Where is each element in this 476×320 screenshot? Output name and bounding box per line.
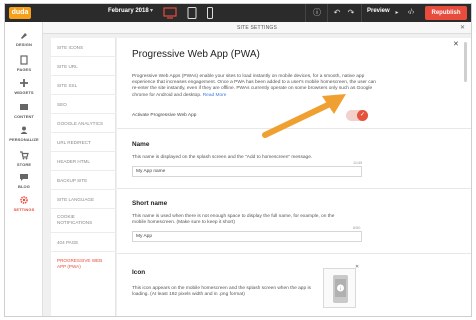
nav-label: STORE (16, 162, 32, 167)
menu-item-404-page[interactable]: 404 PAGE (51, 233, 116, 252)
menu-item-label: GOOGLE ANALYTICS (57, 121, 104, 126)
republish-button[interactable]: Republish (425, 6, 467, 20)
preview-caret-icon[interactable]: ▸ (391, 7, 403, 19)
menu-item-site-url[interactable]: SITE URL (51, 57, 116, 76)
preview-button[interactable]: Preview (367, 8, 390, 14)
menu-item-label: 404 PAGE (57, 240, 79, 245)
speech-bubble-icon (20, 174, 28, 181)
name-description: This name is displayed on the splash scr… (132, 155, 313, 160)
chevron-down-icon[interactable]: ▾ (150, 7, 153, 14)
read-more-link[interactable]: Read More (203, 93, 227, 98)
menu-item-seo[interactable]: SEO (51, 95, 116, 114)
pages-icon (20, 55, 28, 65)
activate-pwa-label: Activate Progressive Web App (132, 113, 197, 118)
gear-icon (20, 196, 28, 204)
nav-label: SETTINGS (13, 207, 35, 212)
nav-item-blog[interactable]: BLOG (5, 172, 43, 189)
short-name-section-title: Short name (132, 200, 168, 207)
settings-header: SITE SETTINGS ✕ (43, 22, 471, 34)
menu-item-cookie-notifications[interactable]: COOKIE NOTIFICATIONS (51, 209, 116, 233)
left-nav: DESIGN PAGES WIDGETS CONTENT PERSONALIZE… (5, 22, 43, 316)
menu-item-label: URL REDIRECT (57, 140, 91, 145)
divider (117, 188, 471, 189)
nav-label: PERSONALIZE (9, 137, 39, 142)
settings-menu: SITE ICONS SITE URL SITE SSL SEO GOOGLE … (51, 38, 116, 316)
menu-item-label: SITE LANGUAGE (57, 197, 95, 202)
menu-item-label: HEADER HTML (57, 159, 90, 164)
page-title: Progressive Web App (PWA) (132, 49, 260, 60)
menu-item-url-redirect[interactable]: URL REDIRECT (51, 133, 116, 152)
redo-icon[interactable]: ↷ (345, 7, 357, 19)
menu-item-label: SITE SSL (57, 83, 78, 88)
close-icon[interactable]: ✕ (453, 40, 459, 48)
user-icon (20, 126, 28, 134)
name-section-title: Name (132, 141, 150, 148)
nav-item-settings[interactable]: SETTINGS (5, 195, 43, 212)
cart-icon (20, 151, 29, 160)
desktop-view-icon[interactable] (163, 7, 177, 19)
date-selector[interactable]: February 2018 (108, 8, 149, 14)
short-name-char-counter: 6/50 (353, 226, 361, 230)
nav-item-content[interactable]: CONTENT (5, 102, 43, 119)
menu-item-site-icons[interactable]: SITE ICONS (51, 38, 116, 57)
annotation-arrow (262, 94, 346, 138)
nav-label: CONTENT (13, 114, 35, 119)
divider (305, 4, 306, 22)
toggle-knob: ✓ (357, 110, 368, 121)
code-icon[interactable]: ‹/› (405, 7, 417, 19)
check-icon: ✓ (360, 112, 366, 118)
menu-item-backup-site[interactable]: BACKUP SITE (51, 171, 116, 190)
settings-title: SITE SETTINGS (236, 25, 278, 31)
menu-item-label: COOKIE NOTIFICATIONS (57, 214, 93, 225)
scrollbar[interactable] (464, 42, 467, 82)
nav-label: BLOG (18, 184, 30, 189)
nav-label: PAGES (16, 67, 32, 72)
pwa-settings-panel: ✕ Progressive Web App (PWA) Progressive … (117, 38, 471, 316)
menu-item-site-language[interactable]: SITE LANGUAGE (51, 190, 116, 209)
nav-item-design[interactable]: DESIGN (5, 30, 43, 47)
info-icon[interactable]: ⓘ (311, 7, 323, 19)
short-name-input[interactable]: My App (132, 231, 362, 242)
svg-text:i: i (340, 286, 341, 291)
app-name-input[interactable]: My App name (132, 166, 362, 177)
divider (361, 4, 362, 22)
brush-icon (21, 33, 27, 39)
app-icon-preview[interactable]: i (323, 268, 356, 308)
duda-logo[interactable]: duda (9, 7, 31, 19)
divider (117, 253, 471, 254)
mobile-view-icon[interactable] (203, 7, 217, 19)
nav-item-store[interactable]: STORE (5, 150, 43, 167)
menu-item-google-analytics[interactable]: GOOGLE ANALYTICS (51, 114, 116, 133)
menu-item-pwa[interactable]: PROGRESSIVE WEB APP (PWA) (51, 252, 116, 278)
nav-label: WIDGETS (14, 90, 34, 95)
nav-label: DESIGN (16, 42, 32, 47)
app-window: duda February 2018 ▾ ⓘ ↶ ↷ Preview ▸ ‹/›… (4, 3, 472, 317)
menu-item-label: SITE ICONS (57, 45, 84, 50)
menu-item-label: SEO (57, 102, 67, 107)
close-icon[interactable]: ✕ (460, 24, 465, 31)
tablet-view-icon[interactable] (185, 7, 199, 19)
menu-item-label: BACKUP SITE (57, 178, 88, 183)
nav-item-widgets[interactable]: WIDGETS (5, 78, 43, 95)
icon-section-title: Icon (132, 269, 146, 276)
phone-icon: i (333, 275, 348, 303)
nav-item-pages[interactable]: PAGES (5, 55, 43, 72)
icon-description: This icon appears on the mobile homescre… (132, 286, 311, 298)
content-icon (20, 104, 28, 110)
nav-item-personalize[interactable]: PERSONALIZE (5, 125, 43, 142)
menu-item-header-html[interactable]: HEADER HTML (51, 152, 116, 171)
divider (327, 4, 328, 22)
short-name-description: This name is used when there is not enou… (132, 214, 335, 226)
name-char-counter: 11/45 (353, 161, 363, 165)
top-bar: duda February 2018 ▾ ⓘ ↶ ↷ Preview ▸ ‹/›… (5, 4, 471, 22)
menu-item-label: PROGRESSIVE WEB APP (PWA) (57, 258, 103, 269)
menu-item-site-ssl[interactable]: SITE SSL (51, 76, 116, 95)
menu-item-label: SITE URL (57, 64, 78, 69)
plus-icon (20, 79, 28, 87)
undo-icon[interactable]: ↶ (331, 7, 343, 19)
